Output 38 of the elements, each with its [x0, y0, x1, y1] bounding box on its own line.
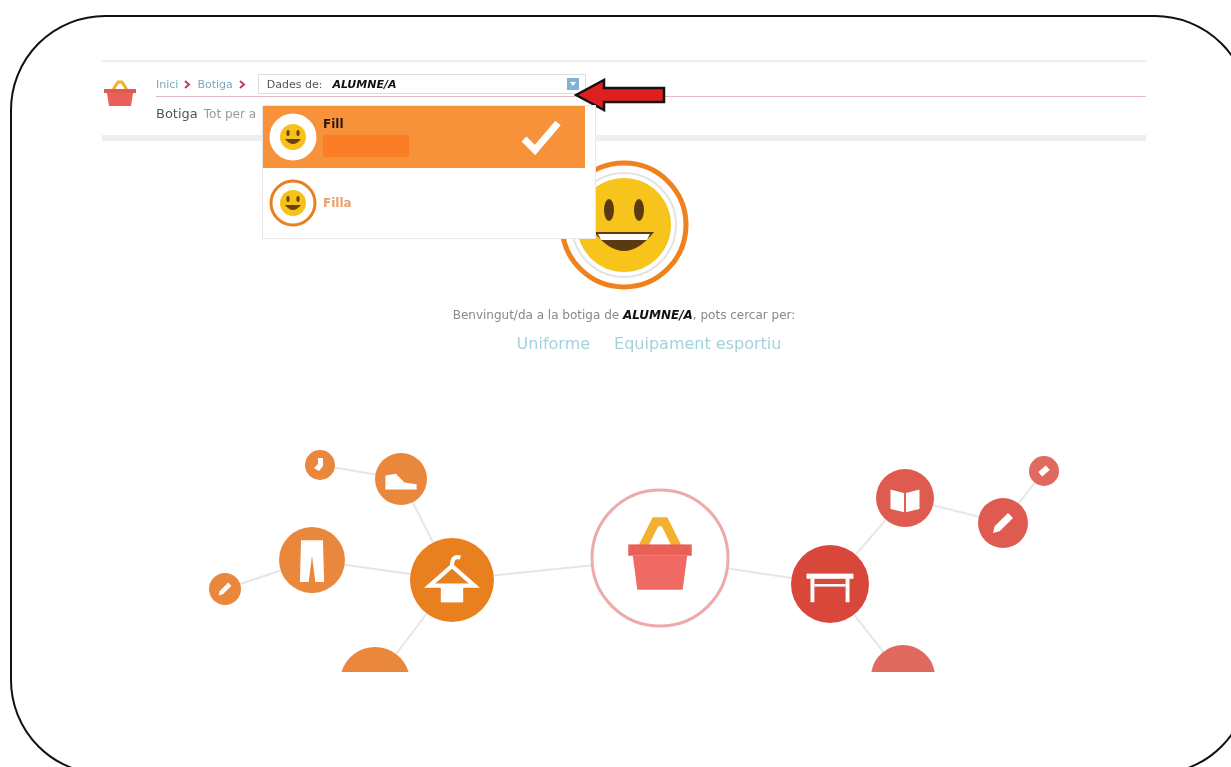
category-link[interactable]: Uniforme [516, 334, 591, 353]
hanger-icon[interactable] [410, 538, 494, 622]
student-option[interactable]: Fill [263, 106, 585, 168]
connector-line [411, 501, 435, 544]
page-subtitle: Tot per a [203, 107, 257, 121]
eraser-icon[interactable] [1029, 456, 1059, 486]
connector-line [726, 567, 793, 580]
book-icon[interactable] [876, 469, 934, 527]
option-name: Filla [323, 196, 353, 210]
pencil-icon[interactable] [978, 498, 1028, 548]
smiley-avatar-icon [269, 179, 317, 227]
trousers-icon[interactable] [279, 527, 345, 593]
page-title: Botiga [156, 106, 198, 121]
sock-icon[interactable] [305, 450, 335, 480]
pencil-icon[interactable] [209, 573, 241, 605]
checkmark-icon [521, 119, 561, 155]
basket-icon [102, 80, 138, 106]
connector-line [854, 518, 887, 556]
option-name: Fill [323, 117, 345, 131]
connector-line [395, 612, 428, 656]
chevron-icon [184, 79, 192, 89]
connector-line [239, 569, 282, 585]
connector-line [1017, 481, 1036, 505]
basket-icon[interactable] [590, 488, 730, 628]
connector-line [333, 466, 377, 476]
student-option[interactable]: Filla [263, 172, 585, 234]
chevron-icon [238, 79, 246, 89]
connector-line [343, 563, 412, 576]
table-icon[interactable] [791, 545, 869, 623]
breadcrumb-link[interactable]: Botiga [197, 77, 233, 91]
connector-line [853, 613, 885, 653]
category-link[interactable]: Equipament esportiu [614, 334, 782, 353]
breadcrumb-link[interactable]: Inici [156, 77, 179, 91]
connector-line [932, 504, 980, 518]
student-selector[interactable]: Dades de: ALUMNE/A [257, 74, 586, 94]
welcome-text: Benvingut/da a la botiga de ALUMNE/A, pots cercar per: [452, 308, 796, 322]
shoe-icon[interactable] [375, 453, 427, 505]
smiley-avatar-icon [269, 113, 317, 161]
